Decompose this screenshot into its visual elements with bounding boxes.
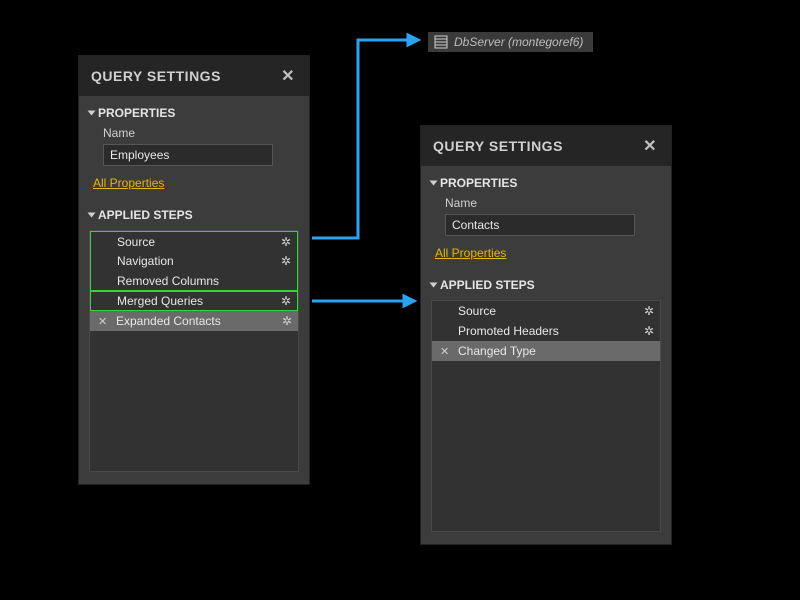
- panel-header: QUERY SETTINGS ✕: [421, 126, 671, 166]
- step-label: Source: [117, 235, 155, 249]
- all-properties-link[interactable]: All Properties: [79, 176, 176, 198]
- db-target-chip[interactable]: DbServer (montegoref6): [428, 32, 593, 52]
- step-row[interactable]: ✕ Changed Type: [432, 341, 660, 361]
- step-label: Changed Type: [458, 344, 536, 358]
- step-label: Source: [458, 304, 496, 318]
- caret-down-icon: [430, 181, 438, 186]
- step-label: Merged Queries: [117, 294, 203, 308]
- applied-steps-list: Source ✲ Promoted Headers ✲ ✕ Changed Ty…: [431, 300, 661, 532]
- db-target-label: DbServer (montegoref6): [454, 35, 583, 49]
- query-settings-panel-right: QUERY SETTINGS ✕ PROPERTIES Name All Pro…: [420, 125, 672, 545]
- gear-icon[interactable]: ✲: [282, 314, 292, 328]
- caret-down-icon: [430, 283, 438, 288]
- gear-icon[interactable]: ✲: [281, 294, 291, 308]
- step-row[interactable]: Merged Queries ✲: [90, 291, 298, 311]
- step-row[interactable]: Removed Columns: [90, 271, 298, 291]
- query-settings-panel-left: QUERY SETTINGS ✕ PROPERTIES Name All Pro…: [78, 55, 310, 485]
- database-icon: [434, 35, 448, 49]
- caret-down-icon: [88, 213, 96, 218]
- delete-step-icon[interactable]: ✕: [440, 345, 449, 358]
- name-field-label: Name: [79, 124, 309, 144]
- step-label: Navigation: [117, 254, 174, 268]
- all-properties-link[interactable]: All Properties: [421, 246, 518, 268]
- close-icon[interactable]: ✕: [279, 66, 297, 86]
- gear-icon[interactable]: ✲: [281, 235, 291, 249]
- gear-icon[interactable]: ✲: [644, 324, 654, 338]
- caret-down-icon: [88, 111, 96, 116]
- step-row[interactable]: Navigation ✲: [90, 251, 298, 271]
- query-name-input[interactable]: [103, 144, 273, 166]
- step-label: Removed Columns: [117, 274, 219, 288]
- step-row[interactable]: Source ✲: [432, 301, 660, 321]
- properties-section-header[interactable]: PROPERTIES: [421, 166, 671, 194]
- dependency-arrow: [310, 30, 430, 260]
- step-row[interactable]: Source ✲: [90, 231, 298, 251]
- close-icon[interactable]: ✕: [641, 136, 659, 156]
- step-row[interactable]: Promoted Headers ✲: [432, 321, 660, 341]
- panel-title: QUERY SETTINGS: [433, 138, 563, 154]
- gear-icon[interactable]: ✲: [281, 254, 291, 268]
- applied-steps-list: Source ✲ Navigation ✲ Removed Columns Me…: [89, 230, 299, 472]
- panel-header: QUERY SETTINGS ✕: [79, 56, 309, 96]
- gear-icon[interactable]: ✲: [644, 304, 654, 318]
- dependency-arrow: [310, 291, 425, 311]
- applied-steps-section-header[interactable]: APPLIED STEPS: [421, 268, 671, 296]
- name-field-label: Name: [421, 194, 671, 214]
- panel-title: QUERY SETTINGS: [91, 68, 221, 84]
- step-label: Expanded Contacts: [116, 314, 221, 328]
- query-name-input[interactable]: [445, 214, 635, 236]
- step-label: Promoted Headers: [458, 324, 559, 338]
- delete-step-icon[interactable]: ✕: [98, 315, 107, 328]
- step-row[interactable]: ✕ Expanded Contacts ✲: [90, 311, 298, 331]
- applied-steps-section-header[interactable]: APPLIED STEPS: [79, 198, 309, 226]
- properties-section-header[interactable]: PROPERTIES: [79, 96, 309, 124]
